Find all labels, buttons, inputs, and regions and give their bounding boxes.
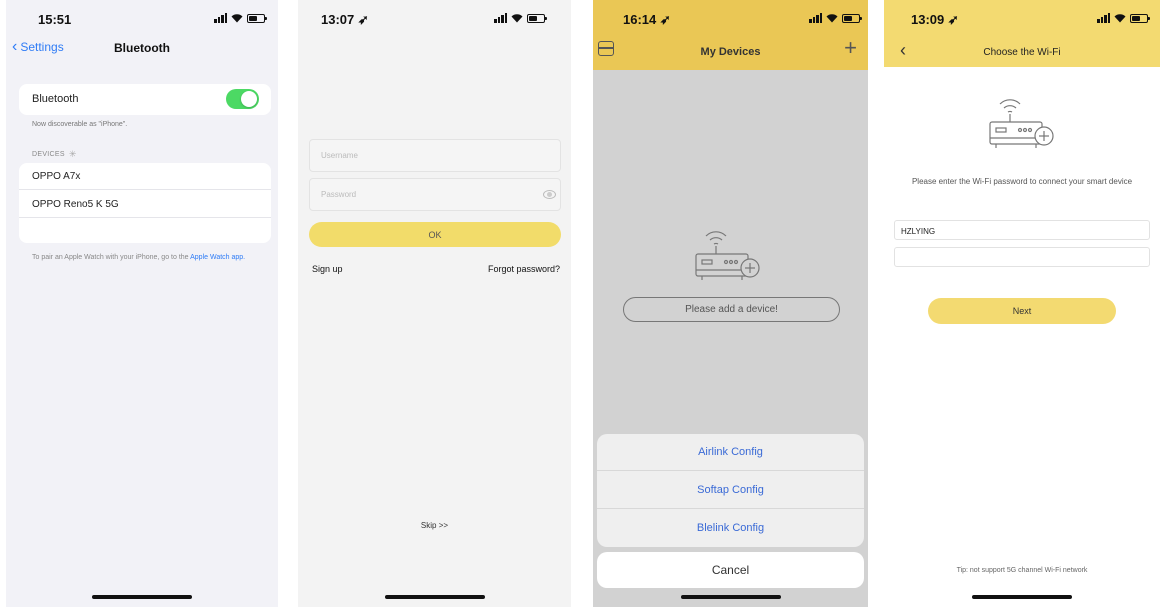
battery-icon	[1130, 13, 1150, 23]
wifi-icon	[231, 13, 243, 23]
discoverable-note: Now discoverable as "iPhone".	[32, 121, 128, 128]
cellular-signal-icon	[494, 13, 507, 23]
blelink-config-option[interactable]: Blelink Config	[597, 510, 864, 547]
device-name: OPPO Reno5 K 5G	[32, 199, 119, 210]
home-indicator[interactable]	[92, 595, 192, 599]
apple-watch-app-link[interactable]: Apple Watch app.	[190, 254, 245, 261]
cancel-button[interactable]: Cancel	[597, 552, 864, 588]
device-row[interactable]: OPPO Reno5 K 5G	[19, 191, 271, 218]
home-indicator[interactable]	[972, 595, 1072, 599]
username-input[interactable]	[310, 140, 560, 171]
location-arrow-icon: ➶	[947, 12, 959, 27]
airlink-config-option[interactable]: Airlink Config	[597, 434, 864, 471]
status-time: 15:51	[38, 12, 72, 27]
home-indicator[interactable]	[680, 595, 781, 599]
cellular-signal-icon	[1097, 13, 1110, 23]
skip-link[interactable]: Skip >>	[298, 521, 571, 530]
forgot-password-link[interactable]: Forgot password?	[488, 264, 560, 274]
status-bar: 15:51	[6, 0, 278, 40]
battery-icon	[842, 13, 862, 23]
tip-note: Tip: not support 5G channel Wi-Fi networ…	[956, 567, 1088, 574]
ssid-input[interactable]	[895, 222, 1149, 241]
location-arrow-icon: ➶	[357, 12, 369, 27]
plus-icon[interactable]: +	[844, 37, 857, 59]
page-title: My Devices	[700, 46, 761, 58]
header-bar: 16:14 ➶ My Devices +	[593, 0, 868, 70]
bluetooth-toggle-row: Bluetooth	[19, 84, 271, 115]
devices-list: OPPO A7x OPPO Reno5 K 5G	[19, 163, 271, 243]
wifi-icon	[1114, 13, 1126, 23]
wifi-password-input[interactable]	[895, 249, 1149, 268]
cellular-signal-icon	[809, 13, 822, 23]
battery-icon	[527, 13, 547, 23]
device-name: OPPO A7x	[32, 171, 81, 182]
password-input[interactable]	[310, 179, 560, 210]
devices-header-label: DEVICES	[32, 151, 65, 158]
choose-wifi-screen: 13:09 ➶ ‹ Choose the Wi-Fi Please enter …	[884, 0, 1160, 607]
page-title: Bluetooth	[114, 41, 170, 55]
device-row[interactable]: OPPO A7x	[19, 163, 271, 190]
login-screen: 13:07 ➶ OK Sign up Forgot password? Skip…	[298, 0, 571, 607]
apple-watch-footer: To pair an Apple Watch with your iPhone,…	[32, 253, 272, 263]
status-bar: 13:07 ➶	[298, 0, 571, 40]
status-bar: 13:09 ➶	[884, 0, 1160, 40]
devices-header: DEVICES ✳	[32, 149, 77, 160]
home-indicator[interactable]	[384, 595, 485, 599]
sign-up-link[interactable]: Sign up	[312, 264, 343, 274]
location-arrow-icon: ➶	[659, 12, 671, 27]
status-icons	[214, 13, 267, 23]
add-device-prompt[interactable]: Please add a device!	[623, 297, 840, 322]
my-devices-screen: 16:14 ➶ My Devices + Please add a device…	[593, 0, 868, 607]
cellular-signal-icon	[214, 13, 227, 23]
status-bar: 16:14 ➶	[593, 0, 868, 40]
status-icons	[1097, 13, 1150, 23]
eye-icon[interactable]	[543, 190, 556, 199]
router-with-plus-icon	[984, 94, 1064, 159]
password-field[interactable]	[309, 178, 561, 211]
softap-config-option[interactable]: Softap Config	[597, 472, 864, 509]
wifi-password-field[interactable]	[894, 247, 1150, 268]
router-with-plus-icon	[690, 226, 770, 291]
bluetooth-label: Bluetooth	[32, 93, 79, 105]
header-bar: 13:09 ➶ ‹ Choose the Wi-Fi	[884, 0, 1160, 67]
loading-spinner-icon: ✳	[68, 149, 77, 159]
status-time: 13:07 ➶	[321, 12, 369, 27]
navigation-bar: ‹ Settings Bluetooth	[6, 38, 278, 60]
status-time: 16:14 ➶	[623, 12, 671, 27]
ssid-field[interactable]	[894, 220, 1150, 241]
status-icons	[494, 13, 547, 23]
status-icons	[809, 13, 862, 23]
wifi-icon	[511, 13, 523, 23]
username-field[interactable]	[309, 139, 561, 172]
wifi-icon	[826, 13, 838, 23]
bluetooth-toggle[interactable]	[226, 89, 259, 109]
status-time: 13:09 ➶	[911, 12, 959, 27]
page-title: Choose the Wi-Fi	[983, 47, 1061, 58]
next-button[interactable]: Next	[928, 298, 1116, 324]
wifi-instructions: Please enter the Wi-Fi password to conne…	[911, 177, 1133, 186]
footer-text: To pair an Apple Watch with your iPhone,…	[32, 254, 189, 261]
bluetooth-settings-screen: 15:51 ‹ Settings Bluetooth Bluetooth Now…	[6, 0, 278, 607]
ok-button[interactable]: OK	[309, 222, 561, 247]
battery-icon	[247, 13, 267, 23]
config-action-sheet: Airlink Config Softap Config Blelink Con…	[597, 434, 864, 547]
